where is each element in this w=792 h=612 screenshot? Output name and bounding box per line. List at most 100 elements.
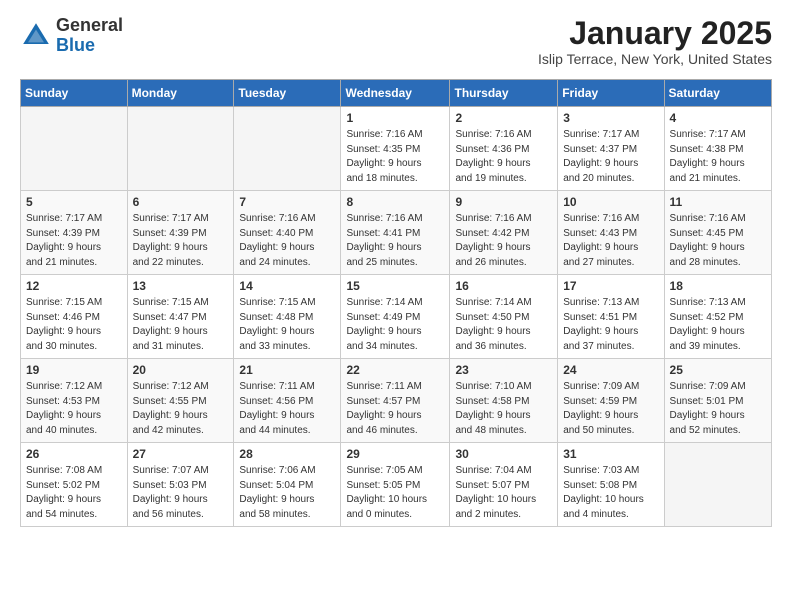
day-info: Sunrise: 7:16 AMSunset: 4:35 PMDaylight:… [346,128,444,186]
day-cell [664,443,771,527]
day-number: 30 [455,447,552,461]
day-cell: 10 Sunrise: 7:16 AMSunset: 4:43 PMDayligh… [558,191,664,275]
day-cell: 2 Sunrise: 7:16 AMSunset: 4:36 PMDaylight… [450,107,558,191]
day-number: 20 [133,363,229,377]
day-info: Sunrise: 7:17 AMSunset: 4:37 PMDaylight:… [563,128,658,186]
day-number: 6 [133,195,229,209]
day-number: 24 [563,363,658,377]
day-number: 11 [670,195,766,209]
day-cell: 25Sunrise: 7:09 AMSunset: 5:01 PMDayligh… [664,359,771,443]
logo-text: General Blue [56,16,123,56]
col-header-monday: Monday [127,80,234,107]
col-header-thursday: Thursday [450,80,558,107]
day-cell: 31 Sunrise: 7:03 AMSunset: 5:08 PMDayligh… [558,443,664,527]
day-info: Sunrise: 7:12 AMSunset: 4:53 PMDaylight:… [26,380,122,438]
day-info: Sunrise: 7:16 AMSunset: 4:42 PMDaylight:… [455,212,552,270]
day-cell [234,107,341,191]
day-number: 4 [670,111,766,125]
day-cell: 12Sunrise: 7:15 AMSunset: 4:46 PMDayligh… [21,275,128,359]
header-row: SundayMondayTuesdayWednesdayThursdayFrid… [21,80,772,107]
header: General Blue January 2025 Islip Terrace,… [20,16,772,67]
col-header-sunday: Sunday [21,80,128,107]
day-info: Sunrise: 7:17 AMSunset: 4:39 PMDaylight:… [133,212,229,270]
day-cell: 22Sunrise: 7:11 AMSunset: 4:57 PMDayligh… [341,359,450,443]
day-info: Sunrise: 7:10 AMSunset: 4:58 PMDaylight:… [455,380,552,438]
day-info: Sunrise: 7:05 AMSunset: 5:05 PMDaylight:… [346,464,444,522]
day-info: Sunrise: 7:16 AMSunset: 4:45 PMDaylight:… [670,212,766,270]
day-number: 25 [670,363,766,377]
day-cell: 1 Sunrise: 7:16 AMSunset: 4:35 PMDaylight… [341,107,450,191]
day-info: Sunrise: 7:03 AMSunset: 5:08 PMDaylight:… [563,464,658,522]
day-cell: 21Sunrise: 7:11 AMSunset: 4:56 PMDayligh… [234,359,341,443]
day-cell: 19 Sunrise: 7:12 AMSunset: 4:53 PMDayligh… [21,359,128,443]
day-number: 1 [346,111,444,125]
day-info: Sunrise: 7:16 AMSunset: 4:41 PMDaylight:… [346,212,444,270]
day-cell: 23 Sunrise: 7:10 AMSunset: 4:58 PMDayligh… [450,359,558,443]
day-number: 18 [670,279,766,293]
day-cell: 28 Sunrise: 7:06 AMSunset: 5:04 PMDayligh… [234,443,341,527]
day-number: 10 [563,195,658,209]
day-info: Sunrise: 7:16 AMSunset: 4:36 PMDaylight:… [455,128,552,186]
col-header-wednesday: Wednesday [341,80,450,107]
day-info: Sunrise: 7:16 AMSunset: 4:43 PMDaylight:… [563,212,658,270]
day-info: Sunrise: 7:14 AMSunset: 4:50 PMDaylight:… [455,296,552,354]
week-row-5: 26Sunrise: 7:08 AMSunset: 5:02 PMDayligh… [21,443,772,527]
day-number: 28 [239,447,335,461]
day-number: 16 [455,279,552,293]
day-info: Sunrise: 7:17 AMSunset: 4:39 PMDaylight:… [26,212,122,270]
day-number: 8 [346,195,444,209]
day-info: Sunrise: 7:11 AMSunset: 4:56 PMDaylight:… [239,380,335,438]
day-cell [127,107,234,191]
week-row-1: 1 Sunrise: 7:16 AMSunset: 4:35 PMDaylight… [21,107,772,191]
col-header-tuesday: Tuesday [234,80,341,107]
header-right: January 2025 Islip Terrace, New York, Un… [538,16,772,67]
day-info: Sunrise: 7:15 AMSunset: 4:46 PMDaylight:… [26,296,122,354]
day-cell: 4 Sunrise: 7:17 AMSunset: 4:38 PMDaylight… [664,107,771,191]
day-cell: 16 Sunrise: 7:14 AMSunset: 4:50 PMDayligh… [450,275,558,359]
logo-icon [20,20,52,52]
day-cell: 15Sunrise: 7:14 AMSunset: 4:49 PMDayligh… [341,275,450,359]
day-cell: 9Sunrise: 7:16 AMSunset: 4:42 PMDaylight… [450,191,558,275]
day-number: 5 [26,195,122,209]
day-cell: 13 Sunrise: 7:15 AMSunset: 4:47 PMDayligh… [127,275,234,359]
day-number: 14 [239,279,335,293]
week-row-2: 5 Sunrise: 7:17 AMSunset: 4:39 PMDaylight… [21,191,772,275]
day-number: 15 [346,279,444,293]
day-number: 23 [455,363,552,377]
day-number: 2 [455,111,552,125]
day-cell: 17Sunrise: 7:13 AMSunset: 4:51 PMDayligh… [558,275,664,359]
day-info: Sunrise: 7:08 AMSunset: 5:02 PMDaylight:… [26,464,122,522]
week-row-3: 12Sunrise: 7:15 AMSunset: 4:46 PMDayligh… [21,275,772,359]
day-cell: 27Sunrise: 7:07 AMSunset: 5:03 PMDayligh… [127,443,234,527]
col-header-saturday: Saturday [664,80,771,107]
calendar-table: SundayMondayTuesdayWednesdayThursdayFrid… [20,79,772,527]
day-cell: 5 Sunrise: 7:17 AMSunset: 4:39 PMDaylight… [21,191,128,275]
day-info: Sunrise: 7:09 AMSunset: 4:59 PMDaylight:… [563,380,658,438]
day-number: 19 [26,363,122,377]
location: Islip Terrace, New York, United States [538,51,772,67]
day-cell: 18 Sunrise: 7:13 AMSunset: 4:52 PMDayligh… [664,275,771,359]
day-cell: 7Sunrise: 7:16 AMSunset: 4:40 PMDaylight… [234,191,341,275]
day-info: Sunrise: 7:06 AMSunset: 5:04 PMDaylight:… [239,464,335,522]
day-info: Sunrise: 7:04 AMSunset: 5:07 PMDaylight:… [455,464,552,522]
day-info: Sunrise: 7:15 AMSunset: 4:47 PMDaylight:… [133,296,229,354]
day-info: Sunrise: 7:11 AMSunset: 4:57 PMDaylight:… [346,380,444,438]
day-cell: 14 Sunrise: 7:15 AMSunset: 4:48 PMDayligh… [234,275,341,359]
logo: General Blue [20,16,123,56]
day-number: 7 [239,195,335,209]
day-info: Sunrise: 7:15 AMSunset: 4:48 PMDaylight:… [239,296,335,354]
col-header-friday: Friday [558,80,664,107]
page: General Blue January 2025 Islip Terrace,… [0,0,792,543]
day-cell: 29 Sunrise: 7:05 AMSunset: 5:05 PMDayligh… [341,443,450,527]
day-cell: 30 Sunrise: 7:04 AMSunset: 5:07 PMDayligh… [450,443,558,527]
day-info: Sunrise: 7:13 AMSunset: 4:52 PMDaylight:… [670,296,766,354]
month-title: January 2025 [538,16,772,51]
day-cell: 11 Sunrise: 7:16 AMSunset: 4:45 PMDayligh… [664,191,771,275]
day-number: 31 [563,447,658,461]
day-info: Sunrise: 7:17 AMSunset: 4:38 PMDaylight:… [670,128,766,186]
day-number: 29 [346,447,444,461]
day-cell: 6 Sunrise: 7:17 AMSunset: 4:39 PMDaylight… [127,191,234,275]
day-info: Sunrise: 7:12 AMSunset: 4:55 PMDaylight:… [133,380,229,438]
day-number: 13 [133,279,229,293]
day-info: Sunrise: 7:13 AMSunset: 4:51 PMDaylight:… [563,296,658,354]
